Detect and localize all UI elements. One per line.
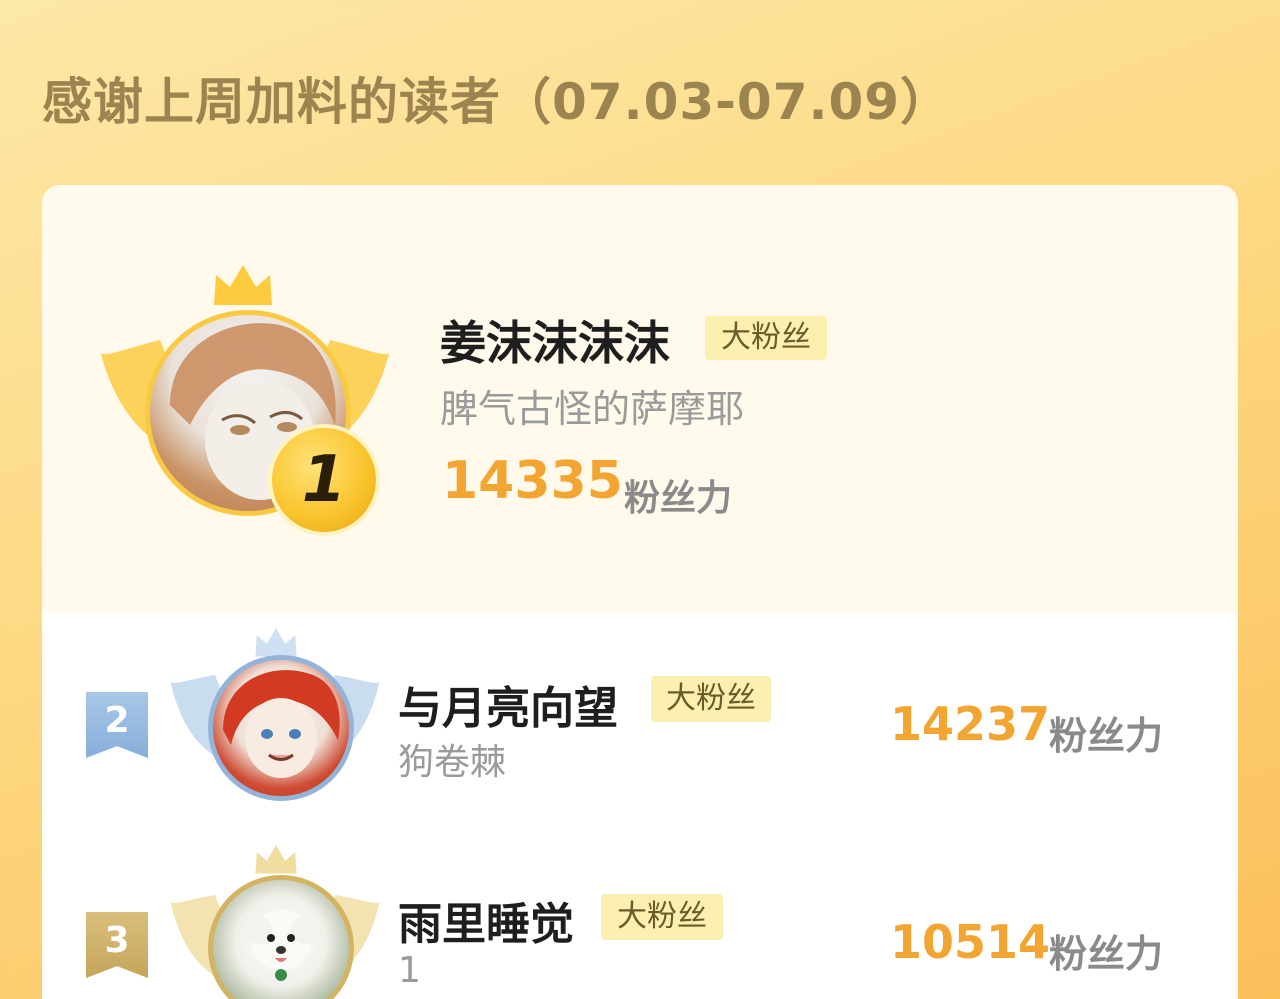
fan-power-unit: 粉丝力 [1049, 932, 1164, 976]
rank-1-medal: 1 [272, 428, 376, 532]
reader-name[interactable]: 雨里睡觉 [398, 888, 574, 952]
crown-icon [255, 845, 297, 874]
fan-power-value: 14237 [890, 697, 1051, 751]
reader-title: 狗卷棘 [398, 742, 507, 783]
avatar[interactable] [208, 655, 354, 801]
page-title: 感谢上周加料的读者（07.03-07.09） [42, 73, 952, 131]
fan-level-badge: 大粉丝 [705, 316, 827, 360]
fan-level-badge: 大粉丝 [601, 894, 723, 940]
fan-power-value: 10514 [890, 915, 1051, 969]
reader-title: 1 [398, 950, 421, 991]
fan-power-unit: 粉丝力 [624, 478, 733, 519]
ranking-card: 1 姜沫沫沫沫 大粉丝 脾气古怪的萨摩耶 14335 粉丝力 2 与月亮向望 大… [42, 185, 1238, 999]
reader-title: 脾气古怪的萨摩耶 [440, 387, 745, 431]
fan-level-badge: 大粉丝 [651, 676, 771, 722]
crown-icon [214, 265, 272, 305]
reader-name[interactable]: 姜沫沫沫沫 [440, 307, 670, 373]
crown-icon [255, 628, 297, 657]
fan-power-unit: 粉丝力 [1049, 714, 1164, 758]
rank-2-flag: 2 [86, 692, 148, 758]
rank-3-flag: 3 [86, 912, 148, 978]
avatar-illustration [223, 670, 340, 778]
fan-power-value: 14335 [442, 451, 623, 511]
avatar-illustration [244, 910, 319, 981]
reader-name[interactable]: 与月亮向望 [398, 672, 618, 736]
